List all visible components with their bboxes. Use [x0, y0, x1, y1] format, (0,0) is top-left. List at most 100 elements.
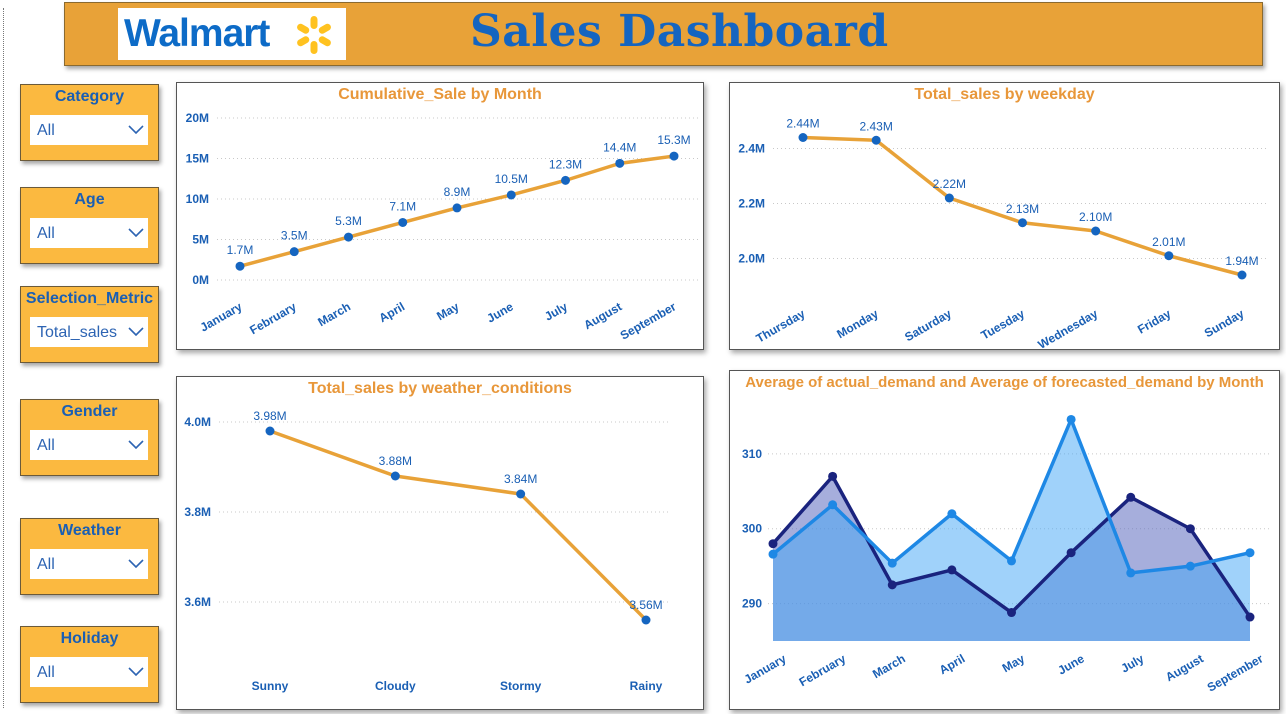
dropdown-value: All [37, 556, 55, 573]
page-divider [3, 8, 4, 708]
data-point [1164, 251, 1174, 261]
y-tick-label: 2.4M [738, 142, 765, 156]
age-dropdown[interactable]: All [30, 218, 148, 248]
chart-title: Total_sales by weather_conditions [308, 380, 572, 397]
x-tick-label: June [1055, 651, 1087, 677]
x-tick-label: September [1205, 651, 1266, 694]
weekday-sales-card: 2.0M 2.2M 2.4M 2.44M Thursday 2.43M Monday 2.22… [729, 82, 1280, 350]
data-point [506, 190, 516, 200]
data-point [265, 426, 275, 436]
dashboard-header: Walmart Sales Dashboard [64, 2, 1263, 66]
data-point [669, 151, 679, 161]
slicer-label: Selection_Metric [25, 290, 154, 307]
demand-chart[interactable]: 290 300 310 January February March April May Jun… [730, 371, 1279, 709]
data-point [1126, 568, 1136, 578]
age-slicer: Age All [20, 187, 159, 264]
x-tick-label: January [198, 299, 245, 334]
data-point [1245, 548, 1255, 558]
chart-title: Total_sales by weekday [914, 86, 1095, 103]
x-tick-label: Cloudy [375, 679, 416, 693]
holiday-slicer: Holiday All [20, 626, 159, 703]
data-label: 14.4M [603, 140, 636, 154]
data-point [1007, 556, 1016, 566]
category-dropdown[interactable]: All [30, 115, 148, 145]
y-tick-label: 3.6M [184, 595, 211, 609]
data-point [289, 247, 299, 257]
x-tick-label: July [1118, 651, 1146, 675]
weather-sales-card: 3.6M 3.8M 4.0M 3.98M Sunny 3.88M Cloudy 3.84M St… [176, 376, 704, 710]
data-label: 7.1M [389, 199, 416, 213]
data-point [798, 133, 808, 142]
data-label: 12.3M [549, 157, 582, 171]
y-tick-label: 0M [192, 273, 209, 287]
data-label: 2.44M [786, 117, 819, 131]
chevron-down-icon [128, 125, 144, 134]
data-point [1185, 561, 1195, 571]
x-tick-label: Thursday [754, 306, 808, 345]
data-point [390, 471, 400, 481]
gender-dropdown[interactable]: All [30, 430, 148, 460]
data-point [947, 565, 957, 575]
data-label: 2.22M [933, 177, 966, 191]
x-tick-label: Saturday [902, 306, 954, 344]
slicer-label: Gender [61, 403, 118, 420]
data-label: 3.5M [281, 229, 308, 243]
x-tick-label: May [434, 299, 461, 323]
cumulative-sale-chart[interactable]: 0M 5M 10M 15M 20M 1.7M January 3.5M February 5.3M… [177, 83, 703, 349]
data-point [516, 489, 526, 499]
data-point [641, 615, 651, 625]
y-tick-label: 20M [186, 111, 209, 125]
dropdown-value: All [37, 122, 55, 139]
y-tick-label: 4.0M [184, 415, 211, 429]
data-point [452, 203, 462, 213]
slicer-label: Holiday [60, 630, 119, 647]
x-tick-label: Sunday [1202, 306, 1247, 340]
x-tick-label: June [484, 299, 516, 325]
gender-slicer: Gender All [20, 399, 159, 476]
data-point [1185, 524, 1195, 534]
page-title: Sales Dashboard [470, 6, 889, 57]
x-tick-label: Tuesday [979, 306, 1028, 342]
data-point [768, 549, 778, 559]
weather-dropdown[interactable]: All [30, 549, 148, 579]
x-tick-label: Wednesday [1036, 306, 1101, 349]
selection-metric-dropdown[interactable]: Total_sales [30, 317, 148, 347]
x-tick-label: September [618, 299, 679, 342]
data-label: 3.98M [253, 409, 286, 423]
x-tick-label: March [870, 651, 908, 681]
x-tick-label: April [377, 299, 408, 325]
data-point [828, 471, 838, 481]
x-tick-label: May [1000, 651, 1027, 675]
y-tick-label: 3.8M [184, 505, 211, 519]
data-label: 15.3M [657, 133, 690, 147]
y-tick-label: 2.2M [738, 197, 765, 211]
series-line [269, 429, 648, 622]
y-tick-label: 5M [192, 233, 209, 247]
data-label: 5.3M [335, 214, 362, 228]
weather-sales-chart[interactable]: 3.6M 3.8M 4.0M 3.98M Sunny 3.88M Cloudy 3.84M St… [177, 377, 703, 709]
data-point [768, 539, 778, 549]
x-tick-label: August [1163, 651, 1206, 684]
x-tick-label: Rainy [630, 679, 663, 693]
chart-title: Average of actual_demand and Average of … [745, 374, 1264, 391]
data-label: 8.9M [444, 185, 471, 199]
x-tick-label: August [581, 299, 624, 332]
data-point [344, 232, 353, 242]
data-label: 2.01M [1152, 235, 1185, 249]
weekday-sales-chart[interactable]: 2.0M 2.2M 2.4M 2.44M Thursday 2.43M Monday 2.22… [730, 83, 1279, 349]
data-point [871, 135, 881, 145]
y-tick-label: 10M [186, 192, 209, 206]
data-label: 1.7M [227, 243, 254, 257]
data-point [828, 500, 838, 510]
data-point [235, 261, 245, 271]
cumulative-sale-card: 0M 5M 10M 15M 20M 1.7M January 3.5M February 5.3M… [176, 82, 704, 350]
data-label: 3.84M [504, 472, 537, 486]
demand-card: 290 300 310 January February March April May Jun… [729, 370, 1280, 710]
chevron-down-icon [128, 440, 144, 449]
spark-icon [297, 16, 331, 54]
x-tick-label: February [797, 651, 849, 689]
x-tick-label: April [937, 651, 968, 677]
weather-slicer: Weather All [20, 518, 159, 595]
chart-title: Cumulative_Sale by Month [338, 86, 542, 103]
holiday-dropdown[interactable]: All [30, 657, 148, 687]
